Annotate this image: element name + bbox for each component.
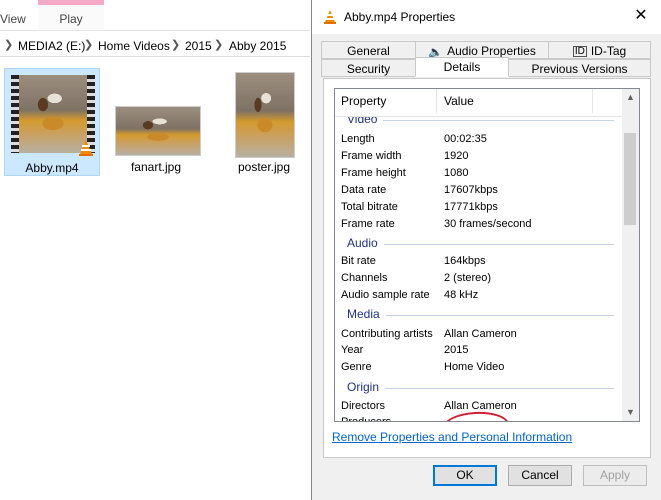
chevron-right-icon: ❯ xyxy=(84,39,94,51)
file-name: fanart.jpg xyxy=(130,160,182,174)
breadcrumb-home-videos[interactable]: Home Videos xyxy=(98,39,170,53)
close-button[interactable]: ✕ xyxy=(621,0,661,32)
property-name: Producers xyxy=(341,416,392,422)
image-thumbnail xyxy=(115,106,201,156)
tab-security[interactable]: Security xyxy=(321,59,416,77)
tab-details[interactable]: Details xyxy=(415,57,509,77)
cancel-button[interactable]: Cancel xyxy=(508,465,572,486)
chevron-right-icon: ❯ xyxy=(4,39,14,51)
file-item-poster[interactable]: poster.jpg xyxy=(216,68,312,176)
ok-button[interactable]: OK xyxy=(433,465,497,486)
ribbon-tab-play[interactable]: Play xyxy=(38,0,104,30)
group-media: Media xyxy=(335,306,622,323)
list-header: Property Value xyxy=(335,89,622,117)
property-value: 2015 xyxy=(444,344,469,356)
property-name: Bit rate xyxy=(341,255,376,267)
dialog-title: Abby.mp4 Properties xyxy=(344,10,456,24)
property-value: 30 frames/second xyxy=(444,218,532,230)
list-item[interactable]: Channels 2 (stereo) xyxy=(335,270,622,287)
address-bar[interactable]: ❯ MEDIA2 (E:) ❯ Home Videos ❯ 2015 ❯ Abb… xyxy=(0,36,310,57)
property-value: 17771kbps xyxy=(444,201,498,213)
file-item-abby-mp4[interactable]: Abby.mp4 xyxy=(4,68,100,176)
close-icon: ✕ xyxy=(634,7,648,24)
file-name: Abby.mp4 xyxy=(25,161,79,175)
vlc-cone-icon xyxy=(324,10,336,24)
ribbon-tabs: View Play xyxy=(0,0,310,31)
property-name: Frame rate xyxy=(341,218,395,230)
list-item[interactable]: Bit rate 164kbps xyxy=(335,253,622,270)
list-item[interactable]: Frame rate 30 frames/second xyxy=(335,216,622,233)
vertical-scrollbar[interactable]: ▲ ▼ xyxy=(622,89,639,421)
ribbon-tab-view[interactable]: View xyxy=(0,0,26,30)
property-value: 1080 xyxy=(444,167,469,179)
group-label: Audio xyxy=(347,235,384,252)
tab-label: ID-Tag xyxy=(590,44,627,58)
property-name: Channels xyxy=(341,272,388,284)
property-name: Year xyxy=(341,344,364,356)
property-name: Contributing artists xyxy=(341,328,433,340)
property-value: Home Video xyxy=(444,361,505,373)
group-origin: Origin xyxy=(335,379,622,396)
scroll-up-arrow-icon[interactable]: ▲ xyxy=(622,89,639,106)
scrollbar-thumb[interactable] xyxy=(624,133,636,225)
property-value: 1920 xyxy=(444,150,469,162)
properties-list[interactable]: Video Length 00:02:35 Frame width 1920 Fra… xyxy=(334,88,640,422)
vlc-cone-icon xyxy=(79,140,93,156)
remove-properties-link[interactable]: Remove Properties and Personal Informati… xyxy=(332,430,572,444)
group-label: Media xyxy=(347,306,386,323)
properties-dialog: Abby.mp4 Properties ✕ General 🔈 Audio Pro… xyxy=(311,0,661,500)
file-item-fanart[interactable]: fanart.jpg xyxy=(108,68,204,176)
property-name: Length xyxy=(341,133,375,145)
id-tag-icon: ID xyxy=(572,46,587,58)
column-header-property[interactable]: Property xyxy=(335,89,437,113)
apply-button[interactable]: Apply xyxy=(583,465,647,486)
group-audio: Audio xyxy=(335,235,622,252)
list-item[interactable]: Length 00:02:35 xyxy=(335,131,622,148)
chevron-right-icon: ❯ xyxy=(214,39,224,51)
property-name: Data rate xyxy=(341,184,387,196)
file-name: poster.jpg xyxy=(237,160,291,174)
list-item[interactable]: Contributing artists Allan Cameron xyxy=(335,326,622,343)
property-value: 164kbps xyxy=(444,255,486,267)
list-item[interactable]: Frame width 1920 xyxy=(335,148,622,165)
group-label: Origin xyxy=(347,379,386,396)
list-item[interactable]: Genre Home Video xyxy=(335,359,622,376)
properties-rows: Video Length 00:02:35 Frame width 1920 Fra… xyxy=(335,89,622,421)
property-name: Genre xyxy=(341,361,372,373)
list-item[interactable]: Frame height 1080 xyxy=(335,165,622,182)
details-panel: Video Length 00:02:35 Frame width 1920 Fra… xyxy=(323,78,651,458)
scroll-down-arrow-icon[interactable]: ▼ xyxy=(622,404,639,421)
property-value: 48 kHz xyxy=(444,289,479,301)
tab-id-tag[interactable]: ID ID-Tag xyxy=(548,41,651,59)
property-value: 00:02:35 xyxy=(444,133,487,145)
list-item[interactable]: Total bitrate 17771kbps xyxy=(335,199,622,216)
property-value: 2 (stereo) xyxy=(444,272,492,284)
tab-general[interactable]: General xyxy=(321,41,416,59)
tab-previous-versions[interactable]: Previous Versions xyxy=(508,59,651,77)
breadcrumb-media2[interactable]: MEDIA2 (E:) xyxy=(18,39,85,53)
breadcrumb-abby-2015[interactable]: Abby 2015 xyxy=(229,39,286,53)
chevron-right-icon: ❯ xyxy=(171,39,181,51)
image-thumbnail xyxy=(235,72,295,158)
property-name: Frame height xyxy=(341,167,406,179)
breadcrumb-2015[interactable]: 2015 xyxy=(185,39,212,53)
tab-label: Audio Properties xyxy=(447,44,536,58)
title-bar[interactable]: Abby.mp4 Properties ✕ xyxy=(312,0,661,34)
list-item[interactable]: Year 2015 xyxy=(335,342,622,359)
list-item[interactable]: Data rate 17607kbps xyxy=(335,182,622,199)
property-name: Frame width xyxy=(341,150,402,162)
property-name: Directors xyxy=(341,400,386,412)
property-value: 17607kbps xyxy=(444,184,498,196)
column-header-value[interactable]: Value xyxy=(438,89,593,113)
property-name: Total bitrate xyxy=(341,201,398,213)
property-name: Audio sample rate xyxy=(341,289,430,301)
property-value: Allan Cameron xyxy=(444,328,517,340)
list-item[interactable]: Audio sample rate 48 kHz xyxy=(335,287,622,304)
